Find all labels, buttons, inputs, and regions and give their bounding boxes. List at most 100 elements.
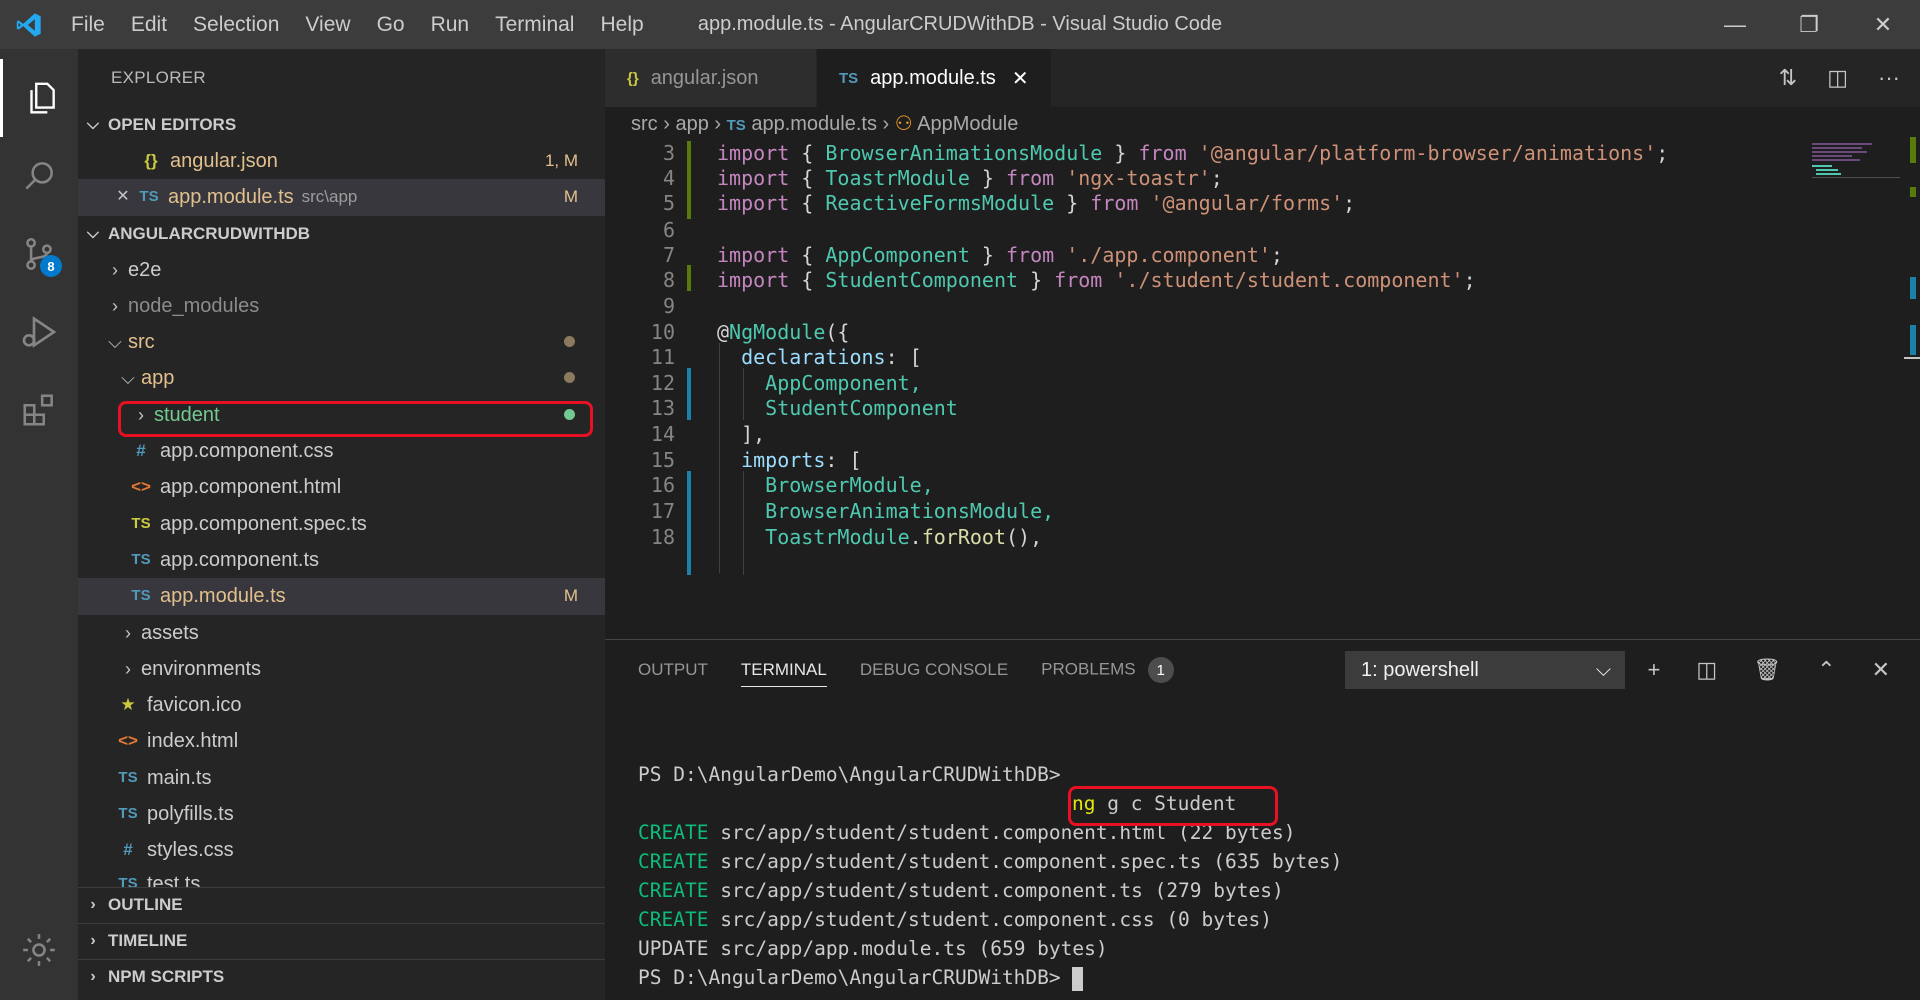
menu-view[interactable]: View <box>292 0 363 49</box>
search-icon[interactable] <box>0 137 78 215</box>
tab-angular-json[interactable]: {} angular.json <box>605 49 817 107</box>
project-header[interactable]: ⌵ ANGULARCRUDWITHDB <box>78 216 605 252</box>
tree-folder-node-modules[interactable]: › node_modules <box>78 288 605 324</box>
chevron-right-icon: › <box>714 113 727 135</box>
open-editors-header[interactable]: ⌵ OPEN EDITORS <box>78 107 605 143</box>
more-actions-icon[interactable]: ··· <box>1878 65 1900 91</box>
code-line: import { ToastrModule } from 'ngx-toastr… <box>717 166 1223 190</box>
tree-file-app-component-ts[interactable]: TS app.component.ts <box>78 542 605 578</box>
line-number: 18 <box>650 525 675 549</box>
tab-debug-console[interactable]: DEBUG CONSOLE <box>860 660 1008 680</box>
added-lines-marker <box>687 141 691 219</box>
html-file-icon: <> <box>118 731 138 751</box>
open-editor-app-module[interactable]: ✕ TS app.module.ts src\app M <box>78 179 605 216</box>
tree-folder-e2e[interactable]: › e2e <box>78 252 605 288</box>
tree-file-app-component-spec[interactable]: TS app.component.spec.ts <box>78 506 605 542</box>
open-editor-angular-json[interactable]: {} angular.json 1, M <box>78 143 605 179</box>
modified-lines-marker <box>687 368 691 420</box>
code-line: import { ReactiveFormsModule } from '@an… <box>717 191 1356 215</box>
code-line: AppComponent, <box>717 371 922 395</box>
tree-file-polyfills[interactable]: TS polyfills.ts <box>78 796 605 832</box>
menu-go[interactable]: Go <box>364 0 418 49</box>
split-editor-icon[interactable]: ◫ <box>1827 65 1848 91</box>
close-icon[interactable]: ✕ <box>110 179 136 215</box>
maximize-panel-icon[interactable]: ⌃ <box>1817 657 1835 683</box>
typescript-file-icon: TS <box>131 587 151 605</box>
open-editor-path: src\app <box>301 187 358 207</box>
chevron-down-icon: ⌵ <box>86 224 100 242</box>
title-bar: File Edit Selection View Go Run Terminal… <box>0 0 1920 49</box>
tree-file-app-component-html[interactable]: <> app.component.html <box>78 469 605 505</box>
code-line: ToastrModule.forRoot(), <box>717 525 1043 549</box>
tree-folder-assets[interactable]: › assets <box>78 615 605 651</box>
chevron-right-icon: › <box>90 932 96 950</box>
tab-output[interactable]: OUTPUT <box>638 660 708 680</box>
tree-file-app-component-css[interactable]: # app.component.css <box>78 433 605 469</box>
tab-terminal[interactable]: TERMINAL <box>740 660 827 687</box>
kill-terminal-icon[interactable]: 🗑 <box>1753 657 1781 683</box>
open-editor-name: app.module.ts <box>168 186 294 209</box>
editor-tabs: {} angular.json TS app.module.ts ✕ ⇅ ◫ ·… <box>605 49 1920 107</box>
line-number: 5 <box>662 191 675 215</box>
menu-help[interactable]: Help <box>587 0 656 49</box>
menu-selection[interactable]: Selection <box>180 0 292 49</box>
menu-file[interactable]: File <box>58 0 118 49</box>
breadcrumb-src[interactable]: src <box>631 113 658 135</box>
line-number: 9 <box>662 294 675 318</box>
explorer-sidebar: EXPLORER ⌵ OPEN EDITORS {} angular.json … <box>78 49 605 1000</box>
terminal-select[interactable]: 1: powershell ⌵ <box>1345 651 1625 689</box>
tree-folder-app[interactable]: ⌵ app <box>78 360 605 396</box>
tree-file-main-ts[interactable]: TS main.ts <box>78 760 605 796</box>
outline-header[interactable]: › OUTLINE <box>78 886 605 923</box>
source-control-icon[interactable]: 8 <box>0 215 78 293</box>
split-terminal-icon[interactable]: ◫ <box>1696 657 1717 683</box>
tree-file-favicon[interactable]: ★ favicon.ico <box>78 687 605 723</box>
settings-gear-icon[interactable] <box>0 911 78 989</box>
new-terminal-icon[interactable]: + <box>1648 657 1661 683</box>
breadcrumb-file[interactable]: app.module.ts <box>751 113 877 135</box>
tree-file-styles-css[interactable]: # styles.css <box>78 832 605 868</box>
code-line: BrowserAnimationsModule, <box>717 499 1055 523</box>
minimize-icon[interactable]: — <box>1698 0 1772 49</box>
npm-scripts-header[interactable]: › NPM SCRIPTS <box>78 958 605 995</box>
tree-file-app-module[interactable]: TS app.module.ts M <box>78 578 605 615</box>
tab-app-module[interactable]: TS app.module.ts ✕ <box>817 49 1052 107</box>
typescript-file-icon: TS <box>131 550 151 568</box>
close-tab-icon[interactable]: ✕ <box>1012 66 1029 91</box>
open-editor-status: M <box>563 187 578 207</box>
chevron-right-icon: › <box>125 658 131 679</box>
typescript-file-icon: TS <box>139 188 159 206</box>
tab-problems[interactable]: PROBLEMS 1 <box>1041 657 1174 683</box>
timeline-header[interactable]: › TIMELINE <box>78 922 605 959</box>
close-panel-icon[interactable]: ✕ <box>1872 657 1890 683</box>
restore-icon[interactable]: ❐ <box>1772 0 1846 49</box>
terminal-line: CREATE src/app/student/student.component… <box>638 908 1272 931</box>
menu-run[interactable]: Run <box>418 0 483 49</box>
bottom-panel: OUTPUT TERMINAL DEBUG CONSOLE PROBLEMS 1 … <box>605 639 1920 1000</box>
menu-bar: File Edit Selection View Go Run Terminal… <box>58 0 657 49</box>
tree-file-index-html[interactable]: <> index.html <box>78 723 605 759</box>
terminal-line: CREATE src/app/student/student.component… <box>638 879 1284 902</box>
tree-file-test-ts[interactable]: TS test.ts <box>78 869 605 887</box>
editor-scrollbar[interactable] <box>1904 107 1920 639</box>
explorer-icon[interactable] <box>0 59 78 137</box>
code-line: import { BrowserAnimationsModule } from … <box>717 141 1669 165</box>
tree-folder-environments[interactable]: › environments <box>78 651 605 687</box>
extensions-icon[interactable] <box>0 371 78 449</box>
modified-dot <box>564 336 575 348</box>
menu-terminal[interactable]: Terminal <box>482 0 587 49</box>
run-debug-icon[interactable] <box>0 293 78 371</box>
breadcrumb-app[interactable]: app <box>675 113 708 135</box>
file-status: M <box>563 586 578 606</box>
modified-lines-marker <box>687 471 691 575</box>
compare-changes-icon[interactable]: ⇅ <box>1779 65 1797 91</box>
menu-edit[interactable]: Edit <box>118 0 180 49</box>
tree-folder-src[interactable]: ⌵ src <box>78 324 605 360</box>
breadcrumb-symbol[interactable]: AppModule <box>917 113 1018 135</box>
minimap[interactable] <box>1812 141 1902 201</box>
chevron-right-icon: › <box>90 968 96 986</box>
close-window-icon[interactable]: ✕ <box>1846 0 1920 49</box>
code-line: @NgModule({ <box>717 320 850 344</box>
terminal-line: UPDATE src/app/app.module.ts (659 bytes) <box>638 937 1108 960</box>
line-number: 10 <box>650 320 675 344</box>
